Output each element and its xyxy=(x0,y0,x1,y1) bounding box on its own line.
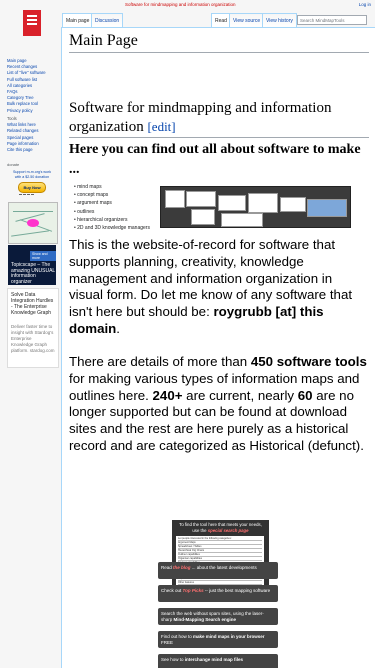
stats-current-count: 240+ xyxy=(152,387,183,403)
site-logo[interactable] xyxy=(23,10,41,36)
promo-text: See how to xyxy=(161,656,185,662)
stats-unsupported-count: 60 xyxy=(297,387,313,403)
section-divider xyxy=(69,137,369,138)
list-item: outlines xyxy=(74,208,150,216)
ad-mindmap-image[interactable] xyxy=(8,202,58,244)
promo-text: Check out xyxy=(161,587,183,593)
tab-view-history[interactable]: View history xyxy=(262,13,297,28)
login-link[interactable]: Log in xyxy=(359,2,371,7)
promo-button[interactable]: Check out Top Picks -- just the best map… xyxy=(158,585,278,602)
site-banner: Software for mindmapping and information… xyxy=(125,2,236,7)
ad-topicscape-text: Topicscape – The amazing UNUSUAL informa… xyxy=(11,262,55,285)
list-item: mind maps xyxy=(74,183,150,191)
list-item: argument maps xyxy=(74,199,150,207)
main-content: Main Page Software for mindmapping and i… xyxy=(61,27,375,668)
ad-topicscape-badge: Show and more xyxy=(30,251,56,261)
page-title: Main Page xyxy=(69,32,138,49)
promo-highlight: make mind maps in your browser xyxy=(193,633,265,639)
ad-stardog[interactable]: Solve Data Integration Hurdles - The Ent… xyxy=(7,288,59,368)
promo-text: Find out how to xyxy=(161,633,194,639)
promo-text-end: -- just the best mapping software xyxy=(203,587,271,593)
list-item: hierarchical organizers xyxy=(74,216,150,224)
tab-main-page[interactable]: Main page xyxy=(62,13,94,28)
search-input[interactable]: Search MindMapTools xyxy=(297,15,367,25)
support-link[interactable]: Support m-m.org's work with a $2.50 dona… xyxy=(10,170,54,179)
tool-type-list: mind mapsconcept mapsargument mapsoutlin… xyxy=(74,183,150,232)
tab-discussion[interactable]: Discussion xyxy=(91,13,124,28)
promo-highlight: the blog xyxy=(173,564,191,570)
tools-section: Tools What links here Related changes Spec… xyxy=(7,116,59,153)
list-item: concept maps xyxy=(74,191,150,199)
mindmap-screenshots-image[interactable] xyxy=(160,186,351,228)
special-search-title: To find the tool here that meets your ne… xyxy=(176,522,265,533)
intro-end: . xyxy=(116,320,120,336)
ad-stardog-headline: Solve Data Integration Hurdles - The Ent… xyxy=(11,292,54,316)
stats-paragraph: There are details of more than 450 softw… xyxy=(69,354,369,455)
list-item: 2D and 3D knowledge managers xyxy=(74,224,150,232)
ad-stardog-body: Deliver faster time to insight with Star… xyxy=(11,324,55,353)
promo-button[interactable]: See how to interchange mind map files xyxy=(158,654,278,668)
tab-read[interactable]: Read xyxy=(211,13,231,28)
section-heading: Software for mindmapping and information… xyxy=(69,100,332,135)
promo-button[interactable]: Find out how to make mind maps in your b… xyxy=(158,631,278,648)
promo-button[interactable]: Search the web without spam sites, using… xyxy=(158,608,278,625)
promo-text-end: FREE xyxy=(161,639,174,645)
sidebar: Main page Recent changes List of "live" so… xyxy=(0,0,62,667)
nav-main: Main page Recent changes List of "live" so… xyxy=(7,58,59,114)
intro-paragraph: This is the website-of-record for softwa… xyxy=(69,237,369,338)
promo-highlight: interchange mind map files xyxy=(184,656,244,662)
donate-header: donate xyxy=(7,162,20,167)
sidebar-nav-item[interactable]: Privacy policy xyxy=(7,108,59,114)
promo-text: Read xyxy=(161,564,174,570)
title-divider xyxy=(69,52,369,53)
stats-text-1: There are details of more than xyxy=(69,354,251,369)
stats-tools-count: 450 software tools xyxy=(250,354,367,369)
section-title: Software for mindmapping and information… xyxy=(69,100,332,135)
promo-highlight: Top Picks xyxy=(182,587,204,593)
intro-heading: Here you can find out all about software… xyxy=(69,142,361,177)
edit-link[interactable]: edit xyxy=(152,119,172,134)
payment-cards-icon: ▬▬▬▬ xyxy=(19,192,35,196)
ad-topicscape[interactable]: Show and more Topicscape – The amazing U… xyxy=(8,245,56,285)
promo-text-end: ... about the latest developments xyxy=(190,564,257,570)
promo-button[interactable]: Read the blog ... about the latest devel… xyxy=(158,562,278,579)
stats-text-3: are current, nearly xyxy=(182,387,298,403)
promo-highlight: Mind-Mapping Search engine xyxy=(173,616,237,622)
special-search-link[interactable]: special search page xyxy=(208,528,249,533)
tab-view-source[interactable]: View source xyxy=(229,13,265,28)
sidebar-tool-item[interactable]: Cite this page xyxy=(7,147,59,153)
